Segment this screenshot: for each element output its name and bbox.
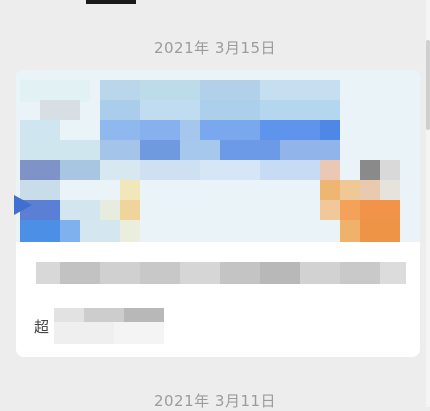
- scrollbar-track[interactable]: [426, 0, 430, 407]
- article-summary-redacted: [36, 256, 406, 292]
- source-name-redacted: [54, 308, 164, 344]
- active-tab-indicator: [86, 0, 136, 4]
- date-separator: 2021年 3月15日: [153, 39, 277, 57]
- article-card[interactable]: 超: [16, 70, 420, 357]
- source-label: 超: [34, 318, 50, 336]
- decorative-arrow-icon: [14, 195, 32, 235]
- date-separator: 2021年 3月11日: [153, 392, 277, 410]
- article-cover-image: [16, 70, 420, 242]
